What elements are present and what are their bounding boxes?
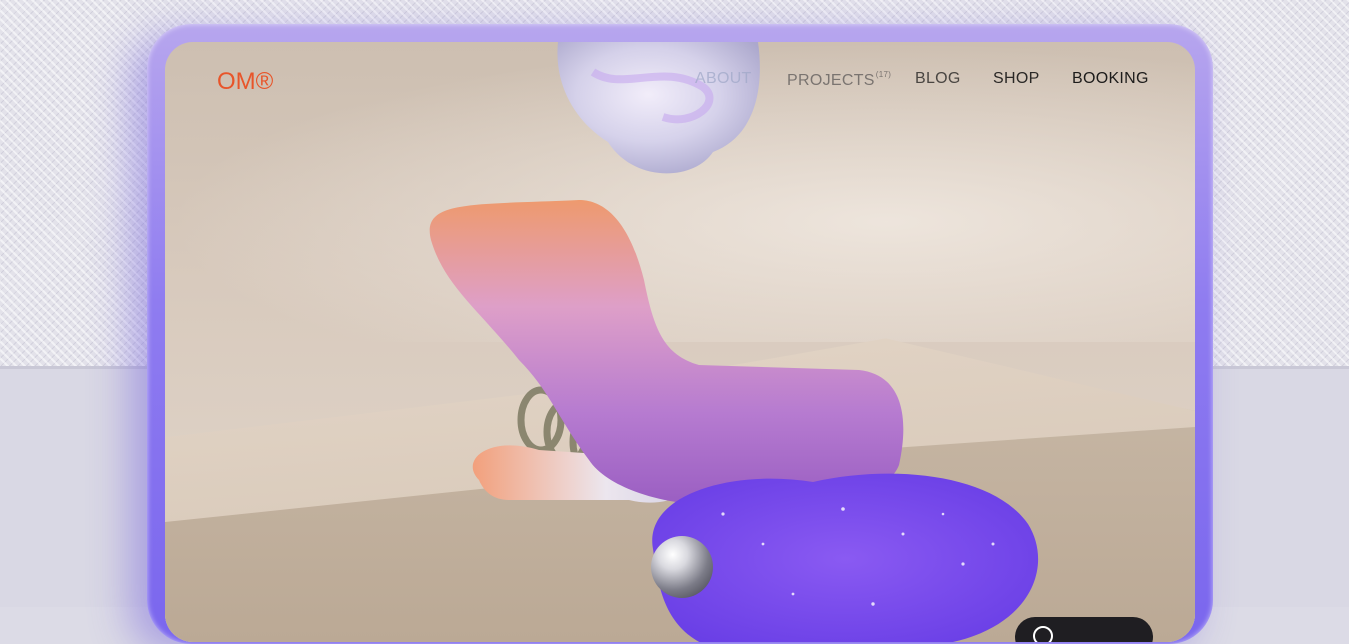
nav-projects-label: PROJECTS [787,72,875,89]
nav-booking[interactable]: BOOKING [1072,70,1149,88]
nav-about[interactable]: ABOUT [695,70,752,88]
circle-icon [1033,626,1053,642]
nav-projects-count: (17) [875,70,892,79]
nav-projects[interactable]: PROJECTS(17) [787,70,891,90]
top-navigation: ABOUT PROJECTS(17) BLOG SHOP BOOKING [165,70,1195,94]
nav-shop[interactable]: SHOP [993,70,1040,88]
floating-action-pill[interactable] [1015,617,1153,642]
nav-blog[interactable]: BLOG [915,70,961,88]
website-screen: OM® ABOUT PROJECTS(17) BLOG SHOP BOOKING [165,42,1195,642]
chrome-sphere [651,536,713,598]
device-frame: OM® ABOUT PROJECTS(17) BLOG SHOP BOOKING [147,24,1213,644]
